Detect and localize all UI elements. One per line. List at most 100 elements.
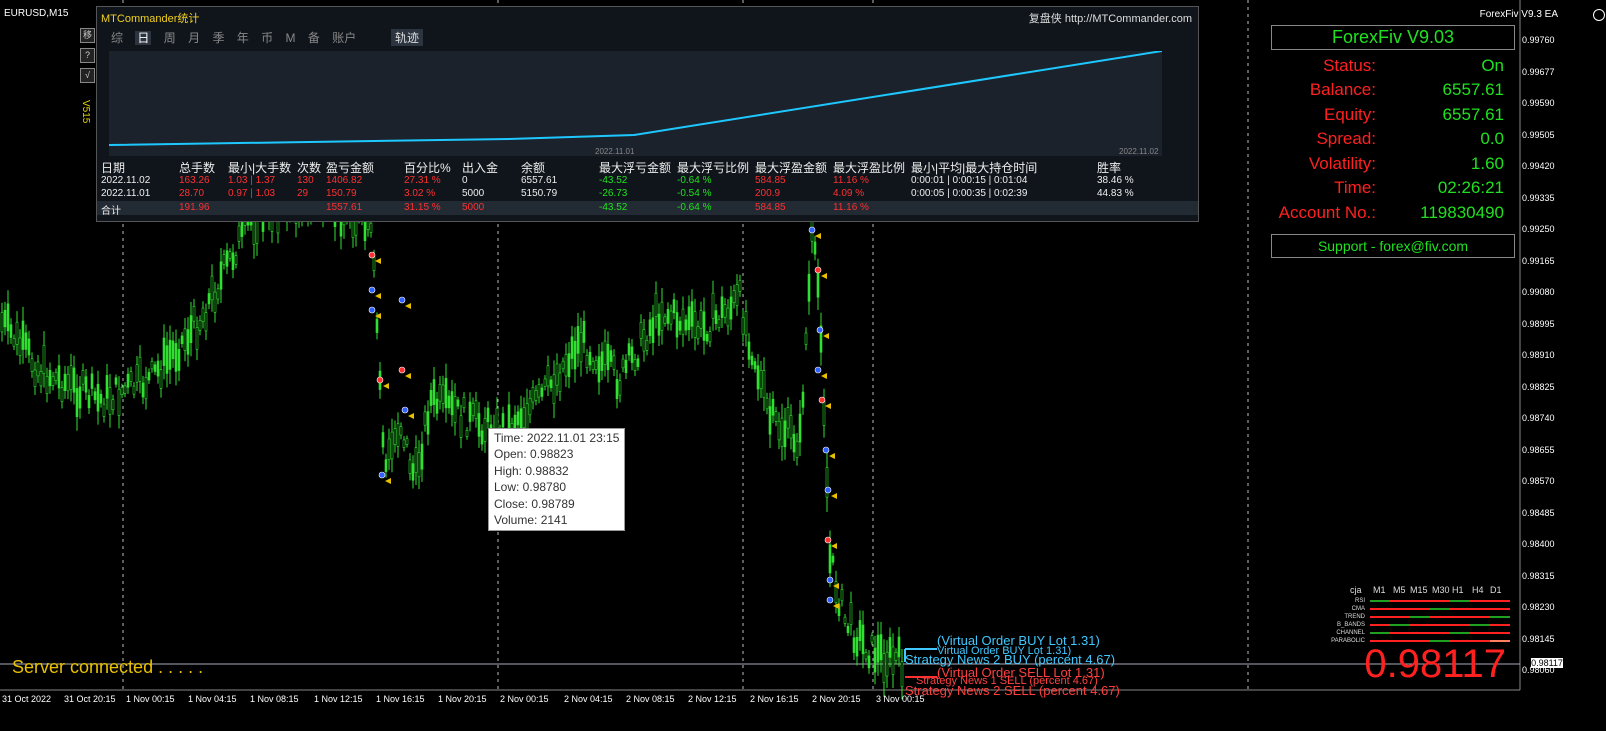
col-min-max-lots: 最小|大手数	[228, 161, 292, 175]
tooltip-time: Time: 2022.11.01 23:15	[494, 431, 620, 445]
mtf-signal-bar	[1470, 616, 1490, 618]
x-tick-label: 2 Nov 16:15	[750, 694, 799, 704]
candle-body	[786, 407, 790, 429]
x-tick-label: 1 Nov 12:15	[314, 694, 363, 704]
candle-body	[177, 348, 181, 371]
candle-body	[432, 379, 436, 405]
help-button[interactable]: ?	[80, 48, 95, 63]
candle-body	[3, 309, 7, 328]
tab-summary[interactable]: 综	[111, 31, 123, 45]
candle-body	[885, 651, 889, 677]
candle-body	[81, 370, 85, 385]
tab-m[interactable]: M	[286, 31, 296, 45]
candle-body	[879, 634, 883, 661]
total-row: 合计 191.96 1557.61 31.15 % 5000 -43.52 -0…	[97, 201, 1198, 217]
candle-body	[816, 271, 820, 298]
trade-arrow	[831, 493, 837, 499]
candle-body	[48, 369, 52, 387]
candle-body	[645, 340, 649, 351]
candle-body	[486, 407, 490, 423]
y-tick-label: 0.99080	[1522, 287, 1555, 297]
candle-body	[96, 383, 100, 412]
mtf-signal-bar	[1410, 624, 1430, 626]
mtf-signal-bar	[1450, 624, 1470, 626]
candle-body	[846, 625, 850, 634]
col-max-float-loss-pct: 最大浮亏比例	[677, 161, 750, 175]
x-tick-label: 31 Oct 2022	[2, 694, 52, 704]
trade-marker	[824, 536, 832, 544]
candle-body	[711, 292, 715, 319]
candle-body	[840, 589, 844, 602]
tab-week[interactable]: 周	[164, 31, 176, 45]
mtf-signal-bar	[1430, 632, 1450, 634]
y-tick-label: 0.98230	[1522, 602, 1555, 612]
tab-currency[interactable]: 币	[261, 31, 273, 45]
candle-body	[528, 397, 532, 416]
candle-body	[630, 346, 634, 363]
candle-body	[36, 361, 40, 377]
candle-body	[450, 391, 454, 416]
candle-body	[822, 400, 826, 426]
move-button[interactable]: 移	[80, 28, 95, 43]
candle-body	[606, 343, 610, 371]
mtf-signal-bar	[1470, 608, 1490, 610]
trade-arrow	[821, 373, 827, 379]
tab-track[interactable]: 轨迹	[391, 29, 424, 46]
mtf-signal-bar	[1390, 624, 1410, 626]
candle-body	[483, 418, 487, 442]
candle-body	[465, 429, 469, 437]
candle-body	[531, 387, 535, 403]
mtf-signal-bar	[1410, 608, 1430, 610]
tab-note[interactable]: 备	[308, 31, 320, 45]
tab-day[interactable]: 日	[135, 31, 152, 45]
candle-body	[657, 313, 661, 336]
x-tick-label: 2 Nov 08:15	[626, 694, 675, 704]
mtf-column-header: M1	[1373, 585, 1386, 595]
mtf-signal-bar	[1370, 624, 1390, 626]
mtf-row-label: B_BANDS	[1336, 622, 1365, 628]
candle-body	[33, 369, 37, 387]
stats-link[interactable]: 复盘侠 http://MTCommander.com	[1029, 10, 1192, 26]
check-button[interactable]: √	[80, 68, 95, 83]
support-link[interactable]: Support - forex@fiv.com	[1271, 234, 1515, 258]
col-balance: 余额	[521, 161, 546, 175]
candle-body	[171, 340, 175, 360]
candle-body	[621, 358, 625, 369]
candle-body	[600, 351, 604, 371]
candle-body	[6, 303, 10, 332]
col-hold-time: 最小|平均|最大持仓时间	[911, 161, 1038, 175]
candle-body	[219, 261, 223, 290]
candle-body	[129, 371, 133, 382]
trade-marker	[378, 471, 386, 479]
candle-body	[444, 378, 448, 409]
stats-tabs: 综 日 周 月 季 年 币 M 备 账户	[111, 29, 365, 46]
tab-account[interactable]: 账户	[332, 31, 356, 45]
candle-body	[168, 339, 172, 370]
candle-body	[693, 311, 697, 338]
candle-body	[558, 372, 562, 392]
col-pnl: 盈亏金额	[326, 161, 375, 175]
ea-spread-value: 0.0	[1480, 129, 1504, 148]
y-tick-label: 0.99760	[1522, 35, 1555, 45]
candle-body	[417, 452, 421, 478]
mtf-row-label: CHANNEL	[1336, 630, 1365, 636]
mtf-signal-bar	[1370, 632, 1390, 634]
candle-body	[228, 251, 232, 259]
tab-quarter[interactable]: 季	[212, 31, 224, 45]
y-tick-label: 0.98825	[1522, 381, 1555, 392]
trade-arrow	[405, 303, 411, 309]
tab-year[interactable]: 年	[237, 31, 249, 45]
mtf-column-header: M15	[1410, 585, 1428, 595]
candle-body	[147, 371, 151, 381]
mtf-signal-bar	[1430, 624, 1450, 626]
tab-month[interactable]: 月	[188, 31, 200, 45]
candle-body	[210, 275, 214, 301]
candle-body	[768, 406, 772, 435]
trade-marker	[368, 306, 376, 314]
candle-body	[543, 378, 547, 387]
y-tick-label: 0.98145	[1522, 633, 1555, 644]
candle-body	[849, 602, 853, 625]
candle-body	[585, 355, 589, 368]
y-tick-label: 0.99590	[1522, 98, 1555, 108]
trade-marker	[398, 296, 406, 304]
